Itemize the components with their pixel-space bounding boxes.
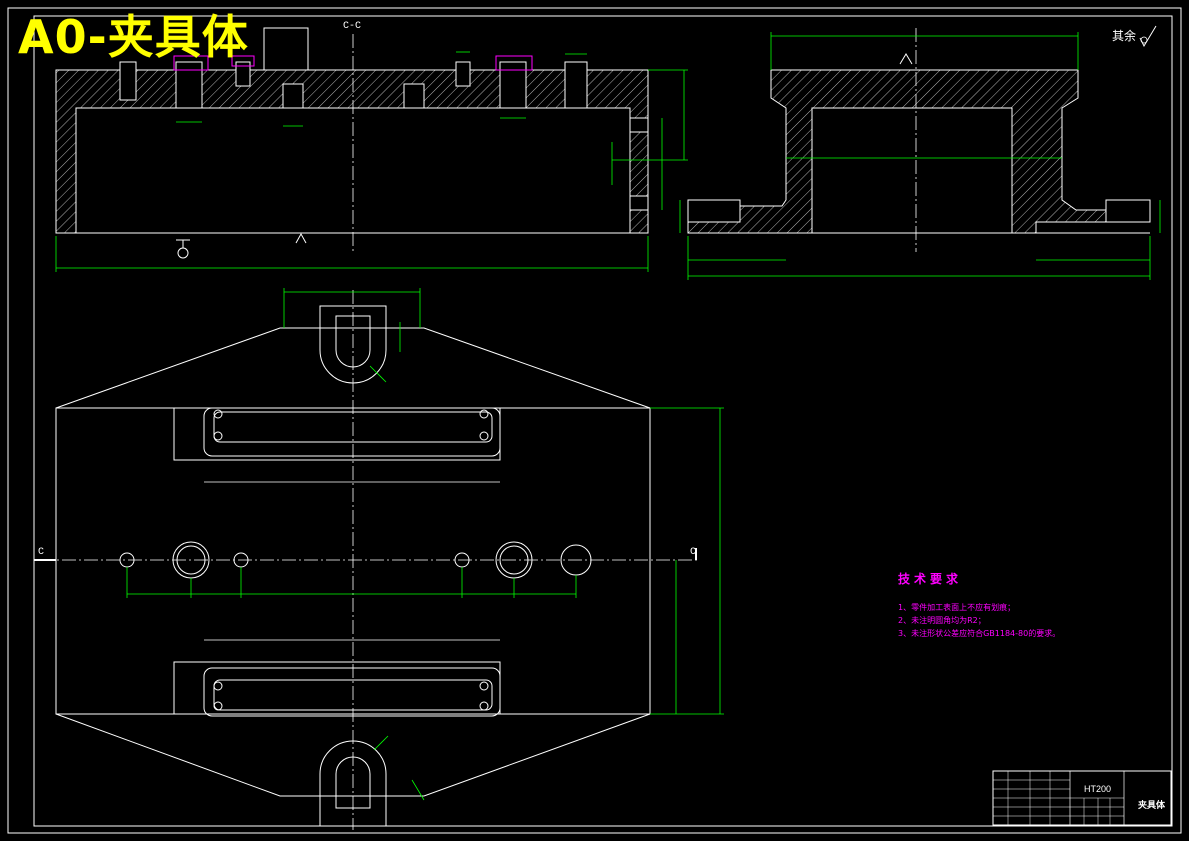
plan-slot-hole-4	[479, 431, 489, 441]
section-cc-body	[55, 69, 649, 234]
inner-frame	[33, 15, 1173, 827]
cc-hole-8	[564, 61, 588, 109]
roughness-circle-icon	[1140, 36, 1148, 44]
plan-lower-slot-outer	[203, 667, 501, 717]
cc-hole-1	[119, 61, 137, 101]
drawing-title: A0-夹具体	[18, 10, 249, 64]
side-roughness-symbol	[899, 53, 913, 65]
plan-lower-slot-box	[173, 661, 501, 715]
cc-right-slot-2	[629, 195, 649, 211]
roughness-note: 其余	[1112, 29, 1137, 43]
plan-slot-hole-6	[213, 701, 223, 711]
plan-leader-2	[373, 735, 389, 751]
cc-datum-circle	[177, 247, 189, 259]
plan-upper-slot-outer	[203, 407, 501, 457]
plan-slot-hole-8	[479, 701, 489, 711]
cc-right-slot-1	[629, 117, 649, 133]
side-right-foot-void	[1105, 199, 1151, 223]
title-block-material: HT200	[1084, 784, 1112, 794]
plan-upper-slot-box	[173, 407, 501, 461]
plan-leader-1	[369, 365, 387, 383]
side-section-body	[687, 69, 1107, 234]
cc-hole-6	[455, 61, 471, 87]
section-label-left: C	[38, 547, 45, 558]
cc-top-boss	[263, 27, 309, 71]
tech-item-2: 2、未注明圆角均为R2；	[898, 616, 986, 625]
cc-hole-5	[403, 83, 425, 109]
tech-item-3: 3、未注形状公差应符合GB1184-80的要求。	[898, 629, 1061, 638]
tech-item-1: 1、零件加工表面上不应有划痕；	[898, 603, 1016, 612]
section-label-right: C	[690, 547, 697, 558]
plan-view	[34, 288, 724, 830]
cc-hole-2	[175, 61, 203, 109]
section-label-top: C-C	[343, 21, 362, 32]
tech-requirements: 技术要求 1、零件加工表面上不应有划痕； 2、未注明圆角均为R2； 3、未注形状…	[898, 570, 1060, 640]
cad-drawing-canvas	[7, 7, 1182, 834]
plan-slot-hole-2	[213, 431, 223, 441]
tech-heading: 技术要求	[898, 572, 963, 586]
plan-slot-hole-3	[479, 409, 489, 419]
plan-leader-3	[411, 779, 425, 801]
plan-slot-hole-5	[213, 681, 223, 691]
cc-hole-4	[282, 83, 304, 109]
section-view-cc	[55, 27, 688, 272]
side-section-view	[679, 28, 1161, 280]
side-left-foot-void	[687, 199, 741, 223]
outer-frame	[7, 7, 1182, 834]
plan-slot-hole-7	[479, 681, 489, 691]
title-block-part-name: 夹具体	[1138, 801, 1166, 811]
cc-hole-7	[499, 61, 527, 109]
cc-roughness-symbol	[295, 232, 307, 244]
